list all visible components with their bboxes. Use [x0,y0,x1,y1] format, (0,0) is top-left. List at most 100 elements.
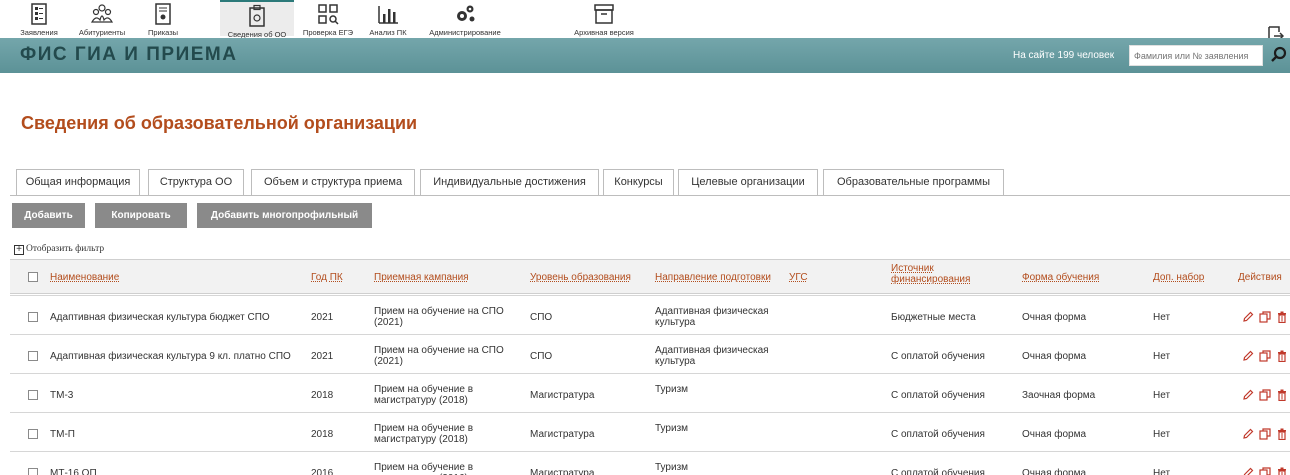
table-row: ТМ-3 2018 Прием на обучение в магистрату… [10,373,1290,412]
col-form[interactable]: Форма обучения [1022,272,1099,283]
nav-label: Архивная версия [574,28,634,37]
row-checkbox[interactable] [28,429,38,439]
tab-admission-volume[interactable]: Объем и структура приема [251,169,415,195]
tab-educational-programs[interactable]: Образовательные программы [823,169,1004,195]
exam-check-icon [318,4,339,25]
cell-year: 2016 [311,468,334,475]
cell-extra: Нет [1153,351,1171,362]
row-checkbox[interactable] [28,312,38,322]
tab-competitions[interactable]: Конкурсы [603,169,674,195]
col-direction[interactable]: Направление подготовки [655,272,771,283]
delete-trash-icon[interactable] [1276,389,1288,401]
nav-label: Проверка ЕГЭ [302,28,354,37]
analysis-chart-icon [378,6,398,24]
cell-form: Очная форма [1022,312,1087,323]
nav-orders[interactable]: Приказы [140,0,186,37]
applicants-icon [90,4,114,23]
row-checkbox[interactable] [28,468,38,475]
col-level[interactable]: Уровень образования [530,272,631,283]
nav-applicants[interactable]: Абитуриенты [72,0,132,37]
nav-label: Заявления [20,28,58,37]
cell-year: 2021 [311,312,334,323]
cell-level: СПО [530,312,553,323]
cell-direction: Туризм [655,384,689,395]
cell-form: Очная форма [1022,468,1087,475]
cell-level: Магистратура [530,390,595,401]
cell-source: С оплатой обучения [891,351,985,362]
add-multiprofile-button[interactable]: Добавить многопрофильный [197,203,372,228]
add-button[interactable]: Добавить [12,203,85,228]
expand-plus-icon: + [14,245,24,255]
cell-year: 2021 [311,351,334,362]
copy-button[interactable]: Копировать [95,203,187,228]
orders-icon [155,3,171,25]
nav-exam-check[interactable]: Проверка ЕГЭ [296,0,360,37]
tab-general-info[interactable]: Общая информация [16,169,140,195]
search-input[interactable] [1129,45,1263,66]
col-year[interactable]: Год ПК [311,272,343,283]
delete-trash-icon[interactable] [1276,467,1288,475]
search-icon[interactable] [1270,46,1288,64]
copy-icon[interactable] [1259,428,1271,440]
table-row: ТМ-П 2018 Прием на обучение в магистрату… [10,412,1290,451]
nav-archive[interactable]: Архивная версия [566,0,642,37]
nav-label: Абитуриенты [78,28,126,37]
cell-level: СПО [530,351,553,362]
delete-trash-icon[interactable] [1276,350,1288,362]
tab-structure[interactable]: Структура ОО [148,169,244,195]
applications-icon [31,3,47,25]
copy-icon[interactable] [1259,389,1271,401]
cell-campaign: Прием на обучение на СПО (2021) [374,306,504,328]
col-name[interactable]: Наименование [50,272,119,283]
row-checkbox[interactable] [28,390,38,400]
tab-target-organizations[interactable]: Целевые организации [678,169,818,195]
nav-label: Анализ ПК [369,28,407,37]
cell-extra: Нет [1153,312,1171,323]
nav-administration[interactable]: Администрирование [425,0,505,37]
cell-form: Очная форма [1022,429,1087,440]
table-row: МТ-16 ОП 2016 Прием на обучение в магист… [10,451,1290,475]
top-toolbar: Заявления Абитуриенты Приказы Сведения о… [0,0,1290,46]
cell-direction: Адаптивная физическая культура [655,306,769,328]
cell-extra: Нет [1153,390,1171,401]
cell-extra: Нет [1153,468,1171,475]
nav-analysis[interactable]: Анализ ПК [365,0,411,37]
col-extra[interactable]: Доп. набор [1153,272,1204,283]
cell-source: Бюджетные места [891,312,976,323]
show-filter-label: Отобразить фильтр [26,244,105,254]
col-campaign[interactable]: Приемная кампания [374,272,469,283]
col-actions: Действия [1238,272,1282,283]
nav-applications[interactable]: Заявления [14,0,64,37]
edit-pencil-icon[interactable] [1242,350,1254,362]
nav-label: Приказы [147,28,179,37]
nav-institution-info[interactable]: Сведения об ОО [220,0,294,39]
copy-icon[interactable] [1259,350,1271,362]
edit-pencil-icon[interactable] [1242,428,1254,440]
administration-gears-icon [457,5,475,22]
col-source[interactable]: Источник финансирования [891,263,1001,285]
tab-achievements[interactable]: Индивидуальные достижения [420,169,599,195]
copy-icon[interactable] [1259,311,1271,323]
cell-source: С оплатой обучения [891,468,985,475]
edit-pencil-icon[interactable] [1242,311,1254,323]
cell-direction: Адаптивная физическая культура [655,345,769,367]
row-checkbox[interactable] [28,351,38,361]
cell-campaign: Прием на обучение на СПО (2021) [374,345,504,367]
copy-icon[interactable] [1259,467,1271,475]
cell-name: Адаптивная физическая культура 9 кл. пла… [50,351,291,362]
select-all-checkbox[interactable] [28,272,38,282]
edit-pencil-icon[interactable] [1242,389,1254,401]
archive-icon [594,4,614,24]
cell-form: Заочная форма [1022,390,1096,401]
edit-pencil-icon[interactable] [1242,467,1254,475]
tabs-divider [10,195,1290,196]
cell-source: С оплатой обучения [891,429,985,440]
col-ugs[interactable]: УГС [789,272,808,283]
cell-direction: Туризм [655,423,689,434]
delete-trash-icon[interactable] [1276,311,1288,323]
institution-info-icon [249,4,265,27]
show-filter-toggle[interactable]: + Отобразить фильтр [14,244,104,255]
delete-trash-icon[interactable] [1276,428,1288,440]
cell-campaign: Прием на обучение в магистратуру (2016) [374,462,474,475]
table-row: Адаптивная физическая культура бюджет СП… [10,295,1290,334]
